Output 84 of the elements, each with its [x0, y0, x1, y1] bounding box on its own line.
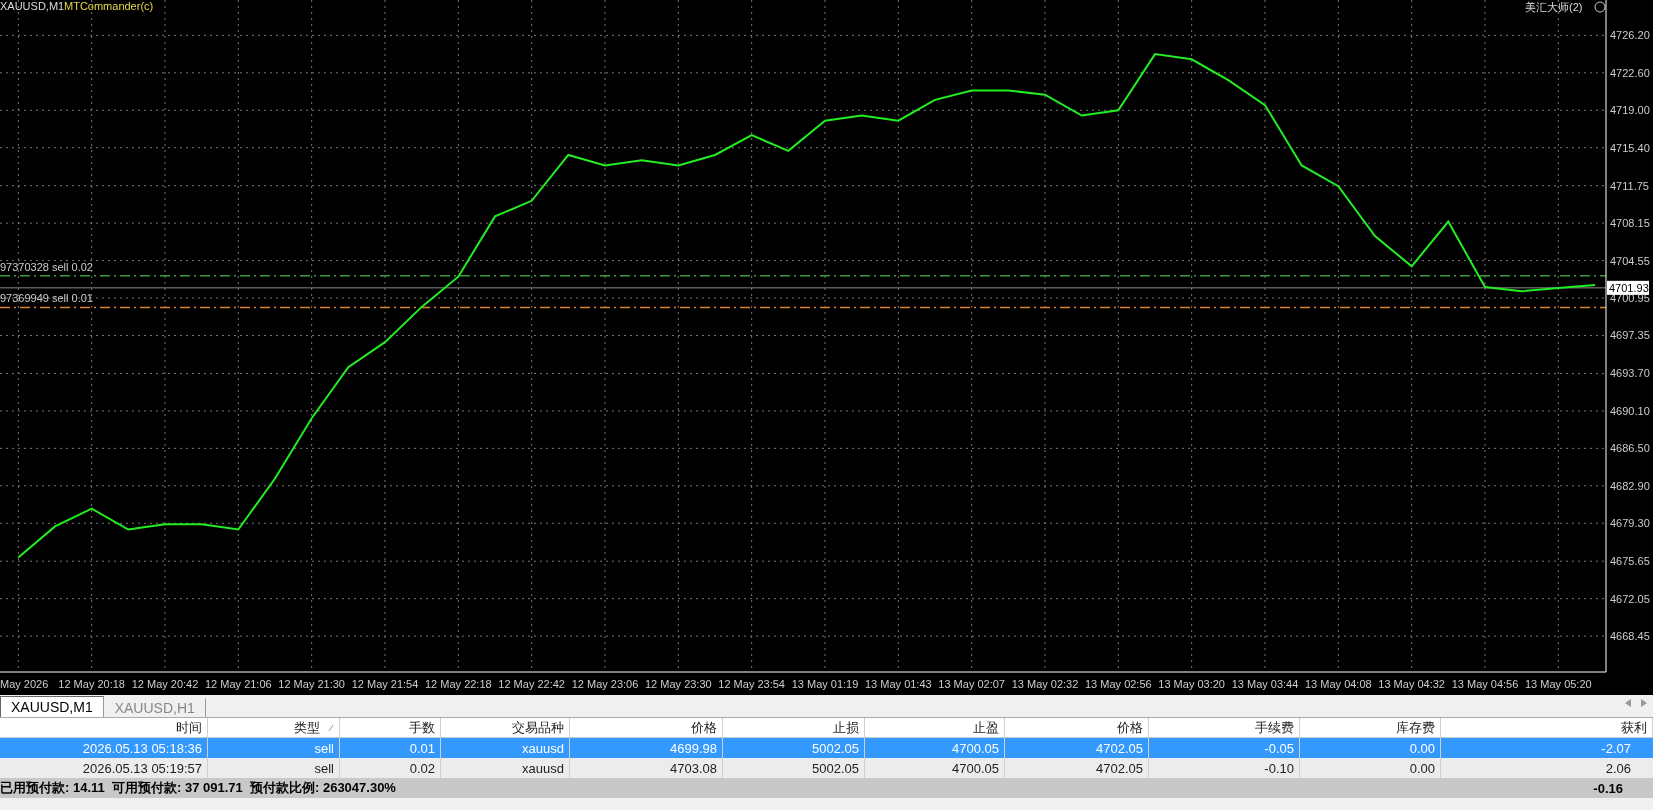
price-axis-label: 4697.35 [1610, 329, 1650, 342]
table-cell: 0.00 [1300, 758, 1441, 778]
time-axis-label: 12 May 23:06 [571, 678, 639, 690]
time-axis-label: 13 May 04:32 [1378, 678, 1445, 690]
table-cell: 2026.05.13 05:19:57 [0, 758, 208, 778]
sort-icon [328, 723, 334, 732]
table-cell: sell [208, 758, 340, 778]
price-axis-label: 4686.50 [1610, 442, 1650, 455]
table-cell: 0.00 [1300, 738, 1441, 758]
total-profit: -0.16 [1593, 780, 1623, 796]
column-header[interactable]: 止盈 [865, 718, 1005, 738]
price-axis-label: 4690.10 [1610, 404, 1650, 417]
column-header[interactable]: 价格 [570, 718, 723, 738]
time-axis-label: 12 May 23:30 [645, 678, 712, 690]
price-axis-label: 4700.95 [1610, 292, 1650, 305]
table-cell: 5002.05 [723, 758, 865, 778]
price-axis-label: 4704.55 [1610, 254, 1650, 267]
table-cell: 4702.05 [1005, 758, 1149, 778]
price-axis-label: 4726.20 [1610, 29, 1650, 42]
price-axis-label: 4668.45 [1610, 630, 1650, 643]
time-axis-label: 13 May 01:19 [791, 678, 859, 690]
time-axis-label: 13 May 04:56 [1451, 678, 1519, 690]
table-cell: -2.07 [1441, 738, 1653, 758]
time-axis-label: 12 May 22:18 [425, 678, 492, 690]
column-header[interactable]: 库存费 [1300, 718, 1441, 738]
time-axis-label: 13 May 02:56 [1085, 678, 1152, 690]
time-axis-label: 13 May 04:08 [1305, 678, 1372, 690]
time-axis-label: 12 May 20:42 [131, 678, 199, 690]
price-axis-label: 4708.15 [1610, 217, 1650, 230]
table-cell: xauusd [441, 738, 570, 758]
table-cell: 4699.98 [570, 738, 723, 758]
price-axis-label: 4719.00 [1610, 104, 1650, 117]
order-label: 97369949 sell 0.01 [0, 292, 93, 305]
column-header[interactable]: 类型 [208, 718, 340, 738]
price-axis-label: 4672.05 [1610, 592, 1650, 605]
table-cell: 0.01 [340, 738, 441, 758]
table-cell: 5002.05 [723, 738, 865, 758]
time-axis-label: 12 May 20:18 [58, 678, 125, 690]
column-header[interactable]: 手续费 [1149, 718, 1300, 738]
price-axis-label: 4711.75 [1610, 179, 1649, 192]
table-cell: sell [208, 738, 340, 758]
time-axis-label: 12 May 21:54 [351, 678, 419, 690]
margin-summary: 已用预付款: 14.11 可用预付款: 37 091.71 预付款比例: 263047.30% [0, 779, 396, 797]
expert-name: MTCommander(c) [64, 0, 154, 12]
time-axis-label: 12 May 21:30 [278, 678, 345, 690]
price-axis-label: 4682.90 [1610, 479, 1650, 492]
table-cell: 4700.05 [865, 758, 1005, 778]
column-header[interactable]: 手数 [340, 718, 441, 738]
table-cell: -0.05 [1149, 738, 1300, 758]
table-cell: -0.10 [1149, 758, 1300, 778]
time-axis-label: 13 May 02:32 [1011, 678, 1079, 690]
time-axis-label: 13 May 03:44 [1231, 678, 1299, 690]
scroll-right-icon[interactable] [1641, 699, 1647, 707]
table-cell: xauusd [441, 758, 570, 778]
column-header[interactable]: 交易品种 [441, 718, 570, 738]
account-label: 美汇大师(2) [1525, 0, 1583, 15]
time-axis-label: 13 May 03:20 [1158, 678, 1225, 690]
price-axis-label: 4679.30 [1610, 517, 1650, 530]
time-axis-label: 13 May 01:43 [865, 678, 932, 690]
chart-symbol: XAUUSD,M1 [0, 0, 65, 12]
chart-tab[interactable]: XAUUSD,M1 [0, 696, 104, 717]
order-label: 97370328 sell 0.02 [0, 260, 93, 273]
price-axis-label: 4715.40 [1610, 141, 1650, 154]
price-tag: 4701.93 [1607, 280, 1649, 295]
time-axis-label: 12 May 21:06 [205, 678, 272, 690]
column-header[interactable]: 止损 [723, 718, 865, 738]
table-cell: 4700.05 [865, 738, 1005, 758]
table-cell: 0.02 [340, 758, 441, 778]
table-cell: 4702.05 [1005, 738, 1149, 758]
column-header[interactable]: 获利 [1441, 718, 1653, 738]
table-cell: 4703.08 [570, 758, 723, 778]
scroll-left-icon[interactable] [1625, 699, 1631, 707]
price-axis-label: 4693.70 [1610, 367, 1650, 380]
time-axis-label: 13 May 02:07 [938, 678, 1005, 690]
column-header[interactable]: 价格 [1005, 718, 1149, 738]
column-header[interactable]: 时间 [0, 718, 208, 738]
price-axis-label: 4675.65 [1610, 555, 1650, 568]
time-axis-label: 13 May 05:20 [1525, 678, 1592, 690]
table-cell: 2.06 [1441, 758, 1653, 778]
time-axis-label: May 2026 [0, 678, 49, 690]
time-axis-label: 12 May 22:42 [498, 678, 565, 690]
time-axis-label: 12 May 23:54 [718, 678, 785, 690]
price-axis-label: 4722.60 [1610, 66, 1650, 79]
table-cell: 2026.05.13 05:18:36 [0, 738, 208, 758]
